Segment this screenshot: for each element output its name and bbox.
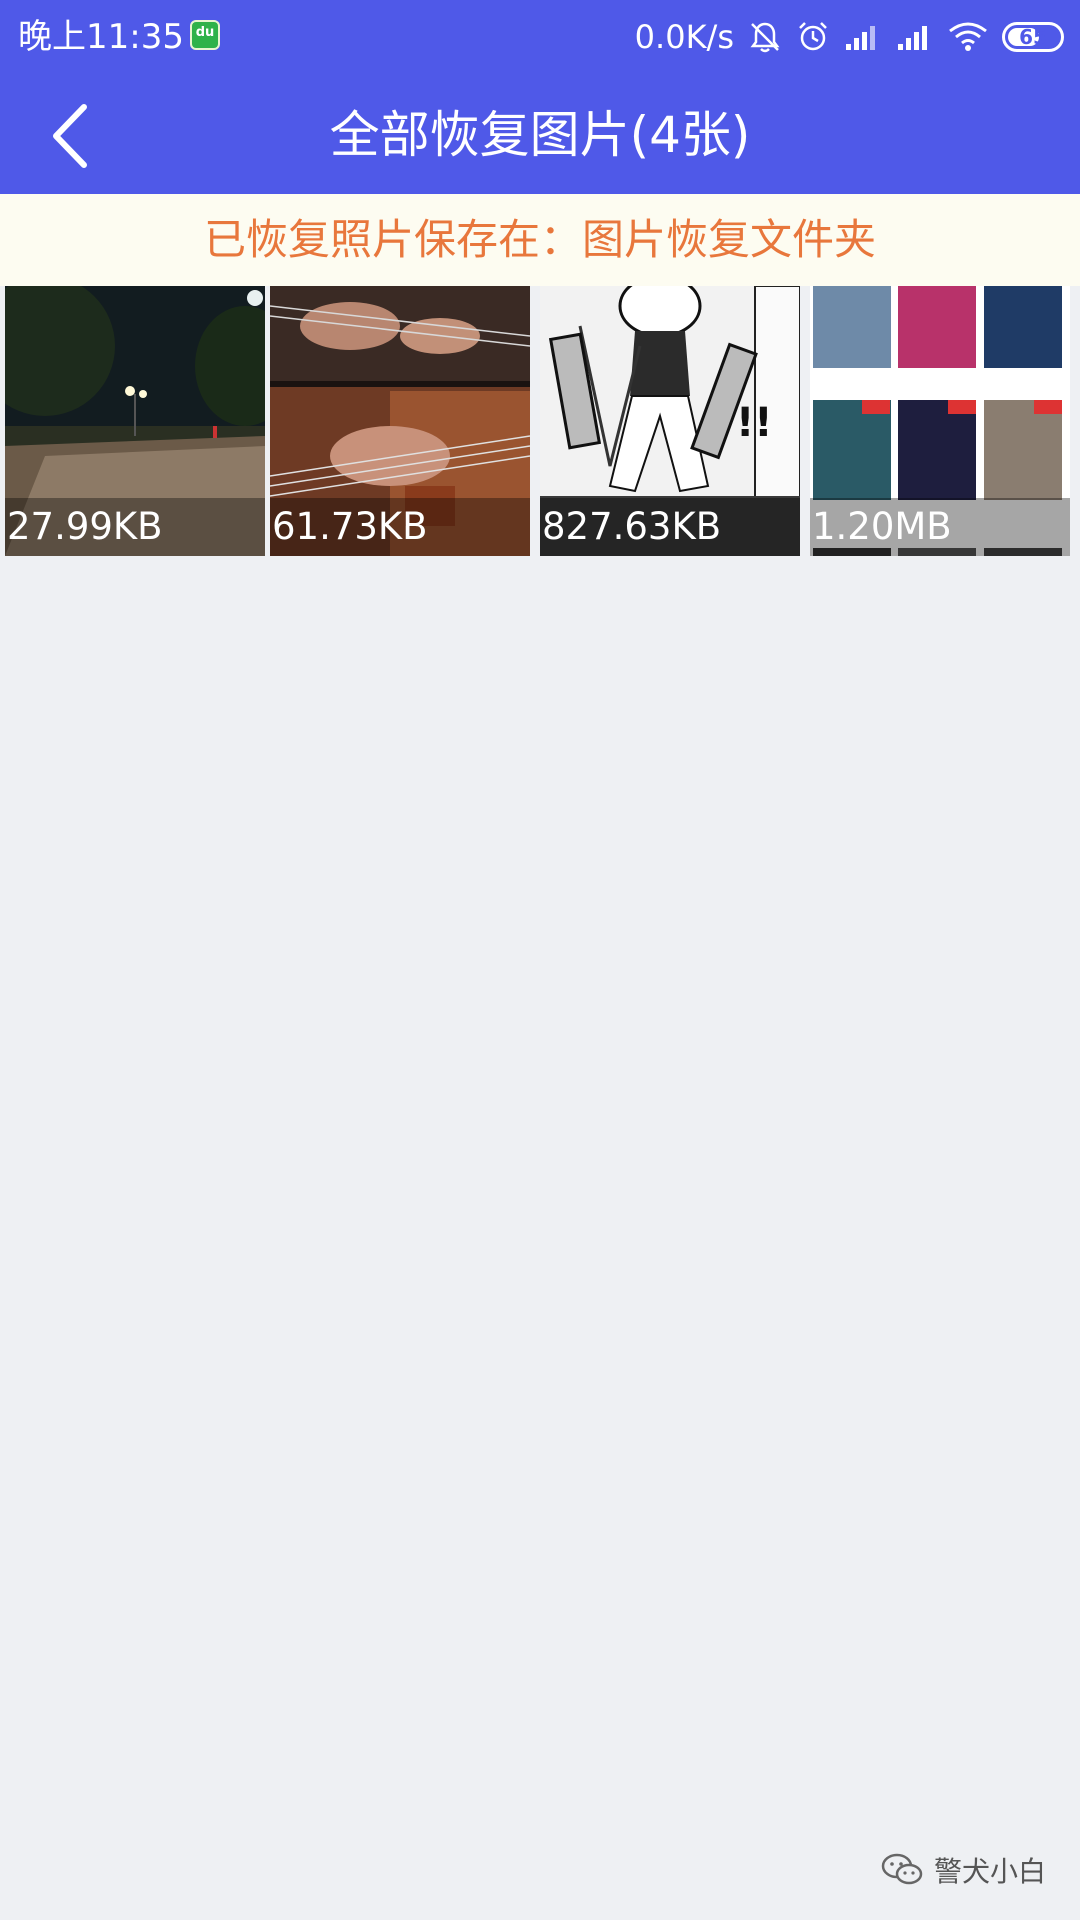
battery-level: 65 [1019, 25, 1047, 49]
chevron-left-icon [53, 104, 87, 168]
thumbnail-item[interactable]: 61.73KB [270, 286, 530, 556]
app-notification-icon: du [190, 20, 220, 50]
file-size-label: 61.73KB [270, 498, 530, 556]
status-time: 晚上11:35 [18, 17, 184, 57]
title-bar: 全部恢复图片(4张) [0, 76, 1080, 194]
thumbnail-item[interactable]: !! 827.63KB [540, 286, 800, 556]
app-header: 晚上11:35 du 0.0K/s 65 全部恢复图片(4张) [0, 0, 1080, 194]
file-size-label: 27.99KB [5, 498, 265, 556]
thumbnail-item[interactable]: 27.99KB [5, 286, 265, 556]
wechat-icon [881, 1853, 923, 1885]
network-speed: 0.0K/s [634, 18, 734, 56]
battery-icon: 65 [1002, 22, 1064, 52]
watermark: 警犬小白 [880, 1850, 1046, 1890]
back-button[interactable] [30, 96, 110, 176]
svg-text:!!: !! [736, 400, 772, 446]
status-bar: 晚上11:35 du 0.0K/s 65 [0, 0, 1080, 76]
wifi-icon [949, 22, 987, 51]
status-indicators: 0.0K/s 65 [635, 14, 1064, 60]
page-title: 全部恢复图片(4张) [329, 106, 751, 164]
watermark-text: 警犬小白 [933, 1855, 1046, 1888]
alarm-icon [799, 22, 827, 51]
mute-bell-icon [750, 22, 780, 53]
signal-icon [846, 26, 875, 50]
thumbnail-item[interactable]: 1.20MB [810, 286, 1070, 556]
file-size-label: 1.20MB [810, 498, 1070, 556]
signal-icon [898, 26, 927, 50]
file-size-label: 827.63KB [540, 498, 800, 556]
save-location-notice: 已恢复照片保存在：图片恢复文件夹 [0, 194, 1080, 286]
recovered-images-grid: 27.99KB 61.73KB !! 827.63KB 1.20MB [5, 286, 1075, 556]
